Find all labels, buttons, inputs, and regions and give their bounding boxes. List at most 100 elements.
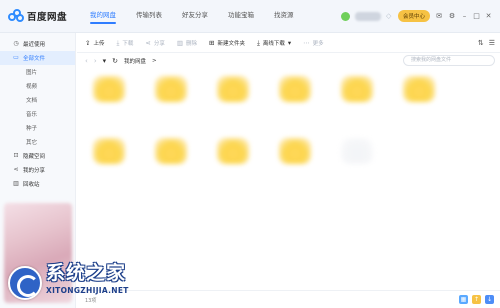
sidebar-item-label: 我的分享	[23, 168, 46, 174]
folder-item[interactable]	[209, 72, 253, 110]
upload-button[interactable]: ⇪ 上传	[85, 38, 105, 47]
view-controls: ⇅ ☰	[478, 39, 495, 47]
folder-item[interactable]	[85, 134, 129, 172]
upload-label: 上传	[93, 40, 105, 47]
offline-download-label: 离线下载	[262, 40, 285, 47]
upload-icon: ⇪	[85, 38, 91, 47]
user-area: ◇ 会员中心 ✉ ⚙ – □ ✕	[340, 10, 492, 22]
download-label: 下载	[122, 40, 134, 47]
sidebar-item-recent[interactable]: ◷ 最近使用	[0, 37, 75, 51]
folder-icon	[217, 138, 249, 164]
sidebar-item-hidden-space[interactable]: ⊡ 隐藏空间	[0, 149, 75, 163]
watermark-title: 系统之家	[46, 262, 127, 284]
watermark-logo-icon	[8, 266, 42, 300]
upload-status-icon[interactable]: ↑	[472, 295, 481, 304]
sidebar-item-label: 回收站	[23, 182, 40, 188]
folder-item[interactable]	[271, 134, 315, 172]
sidebar-item-label: 隐藏空间	[23, 154, 46, 160]
top-bar: 百度网盘 我的网盘 传输列表 好友分享 功能宝箱 找资源 ◇ 会员中心 ✉ ⚙ …	[0, 0, 500, 33]
offline-download-button[interactable]: ⤓ 离线下载 ▾	[256, 38, 292, 47]
folder-item[interactable]	[147, 134, 191, 172]
chevron-down-icon: ▾	[287, 38, 292, 47]
minimize-icon[interactable]: –	[461, 12, 468, 20]
tab-transfer-list[interactable]: 传输列表	[126, 10, 172, 24]
site-watermark: 系统之家 XITONGZHIJIA.NET	[2, 252, 172, 308]
breadcrumb[interactable]: 我的网盘	[124, 57, 146, 65]
breadcrumb-separator: >	[152, 58, 157, 64]
lock-icon: ⊡	[13, 152, 19, 159]
sidebar-item-all-files[interactable]: ▭ 全部文件	[0, 51, 75, 65]
sidebar-item-images[interactable]: 图片	[0, 65, 75, 79]
gear-icon[interactable]: ⚙	[448, 12, 456, 20]
avatar[interactable]	[340, 11, 350, 21]
tab-my-netdisk[interactable]: 我的网盘	[80, 10, 126, 24]
offline-download-icon: ⤓	[256, 38, 260, 47]
search-input[interactable]: 搜索我的网盘文件	[403, 55, 495, 66]
download-icon: ⤓	[116, 38, 120, 47]
forward-arrow-icon[interactable]: ›	[94, 57, 97, 65]
more-button[interactable]: ⋯ 更多	[303, 38, 324, 47]
share-button[interactable]: ⋖ 分享	[145, 39, 164, 46]
file-icon	[341, 138, 373, 164]
file-toolbar: ⇪ 上传 ⤓ 下载 ⋖ 分享 ▥ 删除 ⊞ 新建文件夹 ⤓ 离线下载 ▾ ⋯ 更…	[77, 33, 500, 53]
diamond-icon[interactable]: ◇	[386, 12, 393, 20]
sidebar-item-my-shares[interactable]: ⋖ 我的分享	[0, 163, 75, 177]
delete-button[interactable]: ▥ 删除	[176, 38, 197, 47]
sort-icon[interactable]: ⇅	[478, 39, 484, 47]
sidebar-item-documents[interactable]: 文档	[0, 93, 75, 107]
new-folder-label: 新建文件夹	[217, 40, 245, 47]
folder-item[interactable]	[395, 72, 439, 110]
app-title: 百度网盘	[27, 12, 68, 23]
grid-view-icon[interactable]: ▦	[459, 295, 468, 304]
folder-item[interactable]	[333, 72, 377, 110]
refresh-icon[interactable]: ↻	[112, 57, 118, 65]
maximize-icon[interactable]: □	[473, 12, 480, 20]
download-button[interactable]: ⤓ 下载	[116, 38, 134, 47]
close-icon[interactable]: ✕	[485, 12, 492, 20]
folder-icon	[93, 138, 125, 164]
folder-icon	[93, 76, 125, 102]
sidebar-item-videos[interactable]: 视频	[0, 79, 75, 93]
trash-icon: ▥	[13, 180, 19, 187]
folder-item[interactable]	[271, 72, 315, 110]
file-item[interactable]	[333, 134, 377, 172]
more-label: 更多	[312, 40, 324, 47]
tab-toolbox[interactable]: 功能宝箱	[218, 10, 264, 24]
sidebar-item-label: 最近使用	[23, 42, 46, 48]
sidebar-item-other[interactable]: 其它	[0, 135, 75, 149]
folder-item[interactable]	[147, 72, 191, 110]
tab-friend-share[interactable]: 好友分享	[172, 10, 218, 24]
folder-icon	[155, 76, 187, 102]
download-status-icon[interactable]: ↓	[485, 295, 494, 304]
folder-icon	[341, 76, 373, 102]
history-dropdown-icon[interactable]: ▾	[103, 57, 107, 65]
vip-center-button[interactable]: 会员中心	[397, 10, 430, 22]
new-folder-button[interactable]: ⊞ 新建文件夹	[209, 39, 245, 47]
main-nav: 我的网盘 传输列表 好友分享 功能宝箱 找资源	[80, 10, 304, 24]
username-blurred[interactable]	[354, 11, 381, 21]
tab-find-resources[interactable]: 找资源	[264, 10, 304, 24]
folder-icon	[155, 138, 187, 164]
folder-icon	[279, 76, 311, 102]
list-view-icon[interactable]: ☰	[489, 39, 495, 47]
folder-icon	[403, 76, 435, 102]
folder-icon	[279, 138, 311, 164]
more-icon: ⋯	[303, 38, 310, 47]
folder-icon: ▭	[13, 54, 19, 61]
app-logo: 百度网盘	[8, 8, 67, 24]
folder-item[interactable]	[85, 72, 129, 110]
baidu-cloud-logo-icon	[8, 8, 24, 24]
clock-icon: ◷	[13, 40, 19, 47]
folder-item[interactable]	[209, 134, 253, 172]
sidebar-item-recycle-bin[interactable]: ▥ 回收站	[0, 177, 75, 191]
sidebar-item-torrents[interactable]: 种子	[0, 121, 75, 135]
watermark-subtitle: XITONGZHIJIA.NET	[46, 286, 129, 295]
sidebar-item-label: 全部文件	[23, 56, 46, 62]
back-arrow-icon[interactable]: ‹	[85, 57, 88, 65]
mail-icon[interactable]: ✉	[435, 12, 443, 20]
status-icons: ▦ ↑ ↓	[459, 295, 494, 304]
sidebar-item-music[interactable]: 音乐	[0, 107, 75, 121]
delete-label: 删除	[185, 40, 197, 47]
trash-icon: ▥	[176, 38, 183, 47]
share-icon: ⋖	[13, 166, 19, 173]
